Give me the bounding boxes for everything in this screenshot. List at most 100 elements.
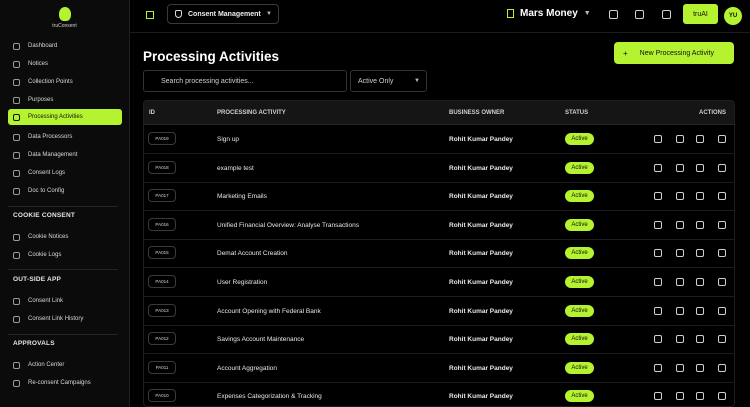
table-row[interactable]: PA016 Unified Financial Overview: Analyse… xyxy=(144,211,734,240)
org-switcher[interactable]: Mars Money ▼ xyxy=(507,8,597,19)
brand-logo[interactable]: truConsent xyxy=(0,0,129,33)
edit-icon[interactable] xyxy=(696,363,704,372)
check-icon xyxy=(13,361,20,369)
sidebar-item-purposes[interactable]: Purposes xyxy=(8,92,122,108)
archive-icon[interactable] xyxy=(718,306,726,315)
link-icon[interactable] xyxy=(654,335,662,344)
view-icon[interactable] xyxy=(676,192,684,201)
edit-icon[interactable] xyxy=(696,163,704,172)
column-header-status[interactable]: STATUS xyxy=(565,110,588,116)
edit-icon[interactable] xyxy=(696,278,704,286)
view-icon[interactable] xyxy=(676,163,684,172)
table-row[interactable]: PA011 Account Aggregation Rohit Kumar Pand… xyxy=(144,354,734,383)
table-row[interactable]: PA018 example test Rohit Kumar Pandey Activ… xyxy=(144,154,734,183)
sidebar-item-collection-points[interactable]: Collection Points xyxy=(8,74,122,90)
activity-name: Account Opening with Federal Bank xyxy=(217,307,321,315)
table-row[interactable]: PA019 Sign up Rohit Kumar Pandey Active xyxy=(144,125,734,154)
link-icon[interactable] xyxy=(654,363,662,372)
business-owner: Rohit Kumar Pandey xyxy=(449,221,513,229)
archive-icon[interactable] xyxy=(718,363,726,372)
archive-icon[interactable] xyxy=(718,278,726,286)
status-badge: Active xyxy=(565,390,594,403)
sidebar-item-doc-to-config[interactable]: Doc to Config xyxy=(8,183,122,199)
sidebar-toggle-icon[interactable] xyxy=(146,11,154,19)
sidebar-item-dashboard[interactable]: Dashboard xyxy=(8,38,122,54)
sidebar-item-consent-logs[interactable]: Consent Logs xyxy=(8,165,122,181)
edit-icon[interactable] xyxy=(696,220,704,229)
edit-icon[interactable] xyxy=(696,135,704,143)
search-input[interactable]: Search processing activities... xyxy=(143,70,347,92)
link-icon[interactable] xyxy=(654,392,662,401)
purpose-icon xyxy=(13,96,20,104)
column-header-owner[interactable]: BUSINESS OWNER xyxy=(449,110,504,116)
sidebar-item-consent-link-history[interactable]: Consent Link History xyxy=(8,311,122,327)
link-icon[interactable] xyxy=(654,163,662,172)
sidebar-item-data-processors[interactable]: Data Processors xyxy=(8,129,122,145)
edit-icon[interactable] xyxy=(696,392,704,401)
table-row[interactable]: PA012 Savings Account Maintenance Rohit Ku… xyxy=(144,325,734,355)
view-icon[interactable] xyxy=(676,220,684,229)
archive-icon[interactable] xyxy=(718,249,726,258)
truai-button[interactable]: truAI xyxy=(683,4,718,24)
workspace-label: Consent Management xyxy=(188,10,261,18)
sidebar-item-processing-activities[interactable]: Processing Activities xyxy=(8,109,122,125)
workspace-select[interactable]: Consent Management ▼ xyxy=(167,4,279,24)
sidebar-item-action-center[interactable]: Action Center xyxy=(8,357,122,373)
archive-icon[interactable] xyxy=(718,135,726,143)
link-icon[interactable] xyxy=(654,192,662,201)
table-row[interactable]: PA010 Expenses Categorization & Tracking R… xyxy=(144,382,734,406)
view-icon[interactable] xyxy=(676,335,684,344)
activity-name: Demat Account Creation xyxy=(217,250,288,258)
archive-icon[interactable] xyxy=(718,163,726,172)
brand-name: truConsent xyxy=(52,22,77,29)
view-icon[interactable] xyxy=(676,135,684,143)
activity-id-badge: PA012 xyxy=(148,332,176,346)
sidebar-item-reconsent-campaigns[interactable]: Re-consent Campaigns xyxy=(8,375,122,391)
edit-icon[interactable] xyxy=(696,306,704,315)
sidebar-item-notices[interactable]: Notices xyxy=(8,56,122,72)
link-icon[interactable] xyxy=(654,278,662,286)
view-icon[interactable] xyxy=(676,363,684,372)
settings-icon[interactable] xyxy=(635,10,644,19)
sidebar-item-cookie-notices[interactable]: Cookie Notices xyxy=(8,229,122,245)
avatar[interactable]: YU xyxy=(724,7,742,25)
sidebar-item-data-management[interactable]: Data Management xyxy=(8,147,122,163)
column-header-id[interactable]: ID xyxy=(149,110,155,116)
view-icon[interactable] xyxy=(676,306,684,315)
archive-icon[interactable] xyxy=(718,192,726,201)
column-header-activity[interactable]: PROCESSING ACTIVITY xyxy=(217,110,286,116)
sidebar-item-consent-link[interactable]: Consent Link xyxy=(8,293,122,309)
table-row[interactable]: PA014 User Registration Rohit Kumar Pandey… xyxy=(144,268,734,297)
archive-icon[interactable] xyxy=(718,335,726,344)
activity-name: User Registration xyxy=(217,279,268,286)
archive-icon[interactable] xyxy=(718,392,726,401)
table-row[interactable]: PA013 Account Opening with Federal Bank Ro… xyxy=(144,297,734,326)
link-icon xyxy=(13,297,20,305)
activity-id-badge: PA018 xyxy=(148,160,176,174)
edit-icon[interactable] xyxy=(696,249,704,258)
document-icon[interactable] xyxy=(662,10,671,19)
sidebar: truConsent Dashboard Notices Collection … xyxy=(0,0,130,407)
view-icon[interactable] xyxy=(676,392,684,401)
edit-icon[interactable] xyxy=(696,192,704,201)
view-icon[interactable] xyxy=(676,278,684,286)
logs-icon xyxy=(13,251,20,259)
edit-icon[interactable] xyxy=(696,335,704,344)
collection-icon xyxy=(13,78,20,86)
activity-name: example test xyxy=(217,164,254,172)
archive-icon[interactable] xyxy=(718,220,726,229)
link-icon[interactable] xyxy=(654,135,662,143)
status-badge: Active xyxy=(565,190,594,203)
sidebar-item-cookie-logs[interactable]: Cookie Logs xyxy=(8,247,122,263)
link-icon[interactable] xyxy=(654,306,662,315)
business-owner: Rohit Kumar Pandey xyxy=(449,307,513,315)
view-icon[interactable] xyxy=(676,249,684,258)
chevron-down-icon: ▼ xyxy=(583,10,591,17)
table-row[interactable]: PA017 Marketing Emails Rohit Kumar Pandey A… xyxy=(144,182,734,212)
bell-icon[interactable] xyxy=(609,10,618,19)
status-filter-select[interactable]: Active Only ▼ xyxy=(350,70,427,92)
table-row[interactable]: PA015 Demat Account Creation Rohit Kumar P… xyxy=(144,239,734,269)
link-icon[interactable] xyxy=(654,249,662,258)
new-processing-activity-button[interactable]: + New Processing Activity xyxy=(614,42,734,64)
link-icon[interactable] xyxy=(654,220,662,229)
